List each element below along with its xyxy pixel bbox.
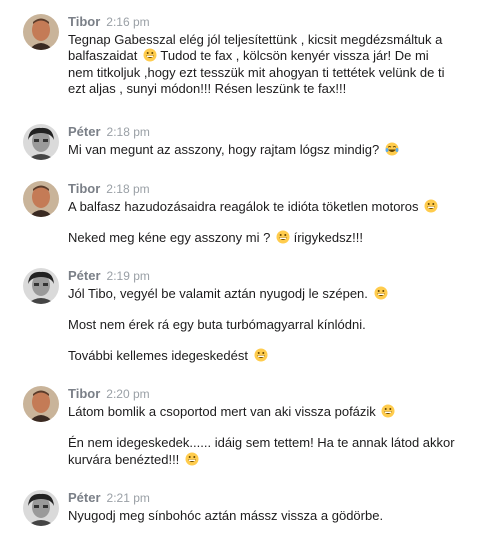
message-header: Tibor 2:20 pm <box>68 386 150 402</box>
author-name[interactable]: Péter <box>68 268 101 283</box>
message-text: nem titkoljuk ,hogy ezt tesszük mit ahog… <box>68 65 445 80</box>
message-text: Tegnap Gabesszal elég jól teljesítettünk… <box>68 32 443 47</box>
grinning-face-emoji-icon <box>276 230 290 244</box>
message-text: Tudod te fax , kölcsön kenyér vissza jár… <box>160 48 429 63</box>
message-text: A balfasz hazudozásaidra reagálok te idi… <box>68 199 419 214</box>
author-name[interactable]: Tibor <box>68 181 100 196</box>
message-text-line: Neked meg kéne egy asszony mi ? írigyked… <box>68 230 478 246</box>
timestamp[interactable]: 2:19 pm <box>107 269 150 283</box>
message-text: Neked meg kéne egy asszony mi ? <box>68 230 271 245</box>
timestamp[interactable]: 2:20 pm <box>106 387 149 401</box>
message-feed: Tibor 2:16 pm Tegnap Gabesszal elég jól t… <box>0 0 498 541</box>
message-text: Most nem érek rá egy buta turbómagyarral… <box>68 317 366 332</box>
timestamp[interactable]: 2:16 pm <box>106 15 149 29</box>
author-name[interactable]: Péter <box>68 490 101 505</box>
timestamp[interactable]: 2:18 pm <box>107 125 150 139</box>
message-text-line: A balfasz hazudozásaidra reagálok te idi… <box>68 199 478 215</box>
message-text: Jól Tibo, vegyél be valamit aztán nyugod… <box>68 286 368 301</box>
message-text: További kellemes idegeskedést <box>68 348 248 363</box>
message-header: Péter 2:21 pm <box>68 490 150 506</box>
grinning-face-emoji-icon <box>185 452 199 466</box>
message-text: Látom bomlik a csoportod mert van aki vi… <box>68 404 376 419</box>
avatar[interactable] <box>23 181 59 217</box>
message-header: Tibor 2:18 pm <box>68 181 150 197</box>
grinning-face-emoji-icon <box>424 199 438 213</box>
timestamp[interactable]: 2:18 pm <box>106 182 149 196</box>
avatar[interactable] <box>23 386 59 422</box>
timestamp[interactable]: 2:21 pm <box>107 491 150 505</box>
author-name[interactable]: Tibor <box>68 386 100 401</box>
message-text: ezt aljas , sunyi módon!!! Résen leszünk… <box>68 81 347 96</box>
message-header: Péter 2:19 pm <box>68 268 150 284</box>
avatar[interactable] <box>23 268 59 304</box>
message-text-line: További kellemes idegeskedést <box>68 348 478 364</box>
message-text-line: balfaszaidat Tudod te fax , kölcsön keny… <box>68 48 478 64</box>
avatar[interactable] <box>23 14 59 50</box>
avatar[interactable] <box>23 490 59 526</box>
message-text-line: Mi van megunt az asszony, hogy rajtam ló… <box>68 142 478 158</box>
message-text: kurvára benézted!!! <box>68 452 180 467</box>
author-name[interactable]: Tibor <box>68 14 100 29</box>
message-text-line: Látom bomlik a csoportod mert van aki vi… <box>68 404 478 420</box>
tears-of-joy-emoji-icon <box>385 142 399 156</box>
message-text: írigykedsz!!! <box>293 230 363 245</box>
message-text: Én nem idegeskedek...... idáig sem tette… <box>68 435 455 450</box>
message-text: balfaszaidat <box>68 48 138 63</box>
grinning-face-emoji-icon <box>374 286 388 300</box>
message-text: Mi van megunt az asszony, hogy rajtam ló… <box>68 142 380 157</box>
grinning-face-emoji-icon <box>143 48 157 62</box>
author-name[interactable]: Péter <box>68 124 101 139</box>
message-text: Nyugodj meg sínbohóc aztán mássz vissza … <box>68 508 384 523</box>
message-header: Tibor 2:16 pm <box>68 14 150 30</box>
avatar[interactable] <box>23 124 59 160</box>
message-text-line: kurvára benézted!!! <box>68 452 478 468</box>
grinning-face-emoji-icon <box>381 404 395 418</box>
message-text-line: Jól Tibo, vegyél be valamit aztán nyugod… <box>68 286 478 302</box>
message-header: Péter 2:18 pm <box>68 124 150 140</box>
grinning-face-emoji-icon <box>254 348 268 362</box>
